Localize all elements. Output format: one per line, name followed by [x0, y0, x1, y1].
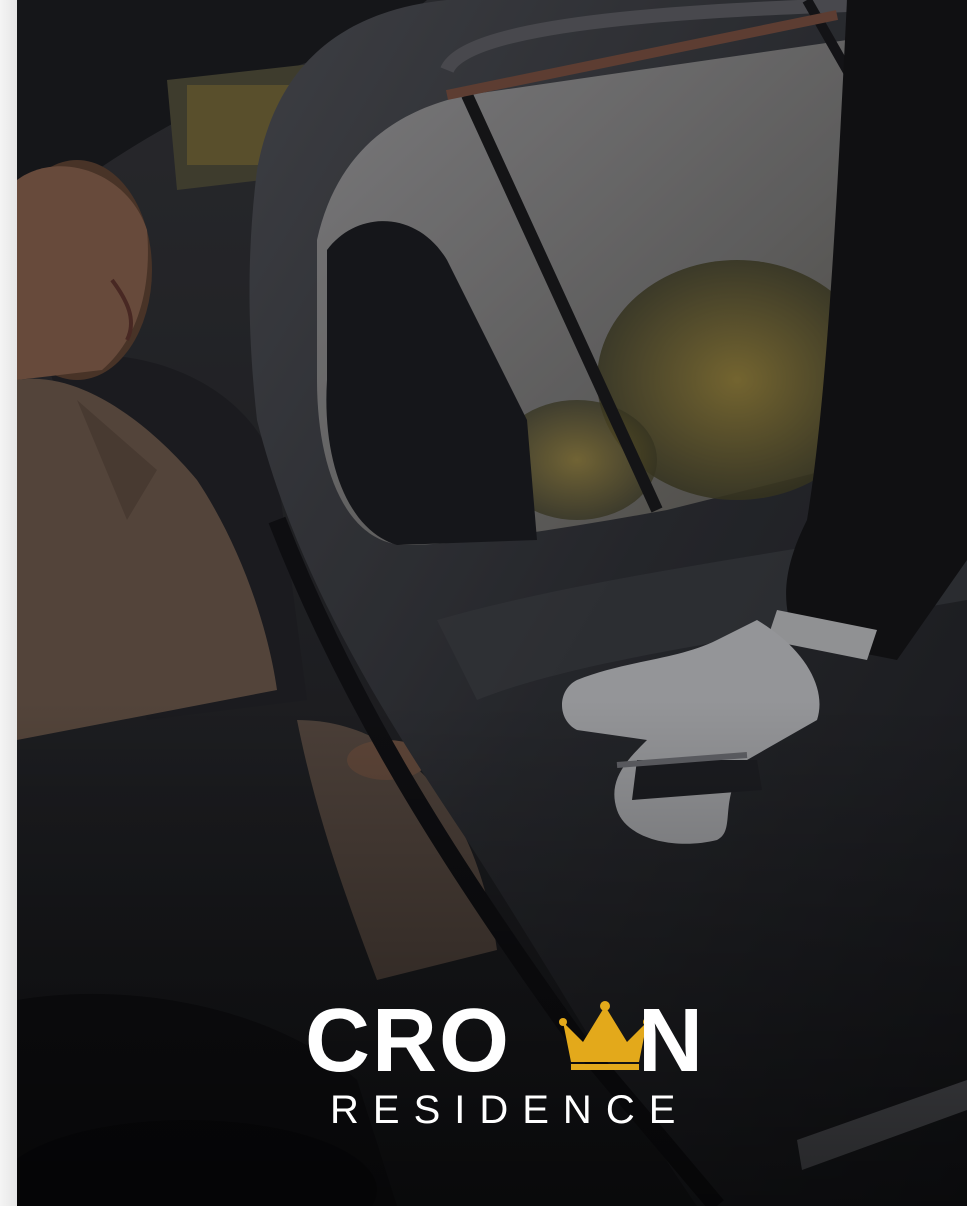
logo-wordmark-part-2: N: [638, 991, 705, 1091]
hero-photo: CRO N RESIDENCE: [17, 0, 967, 1206]
logo-subtitle: RESIDENCE: [330, 1088, 690, 1132]
brand-logo: CRO N RESIDENCE: [272, 995, 772, 1145]
logo-wordmark-part-1: CRO: [305, 991, 511, 1091]
page-margin: [0, 0, 17, 1206]
